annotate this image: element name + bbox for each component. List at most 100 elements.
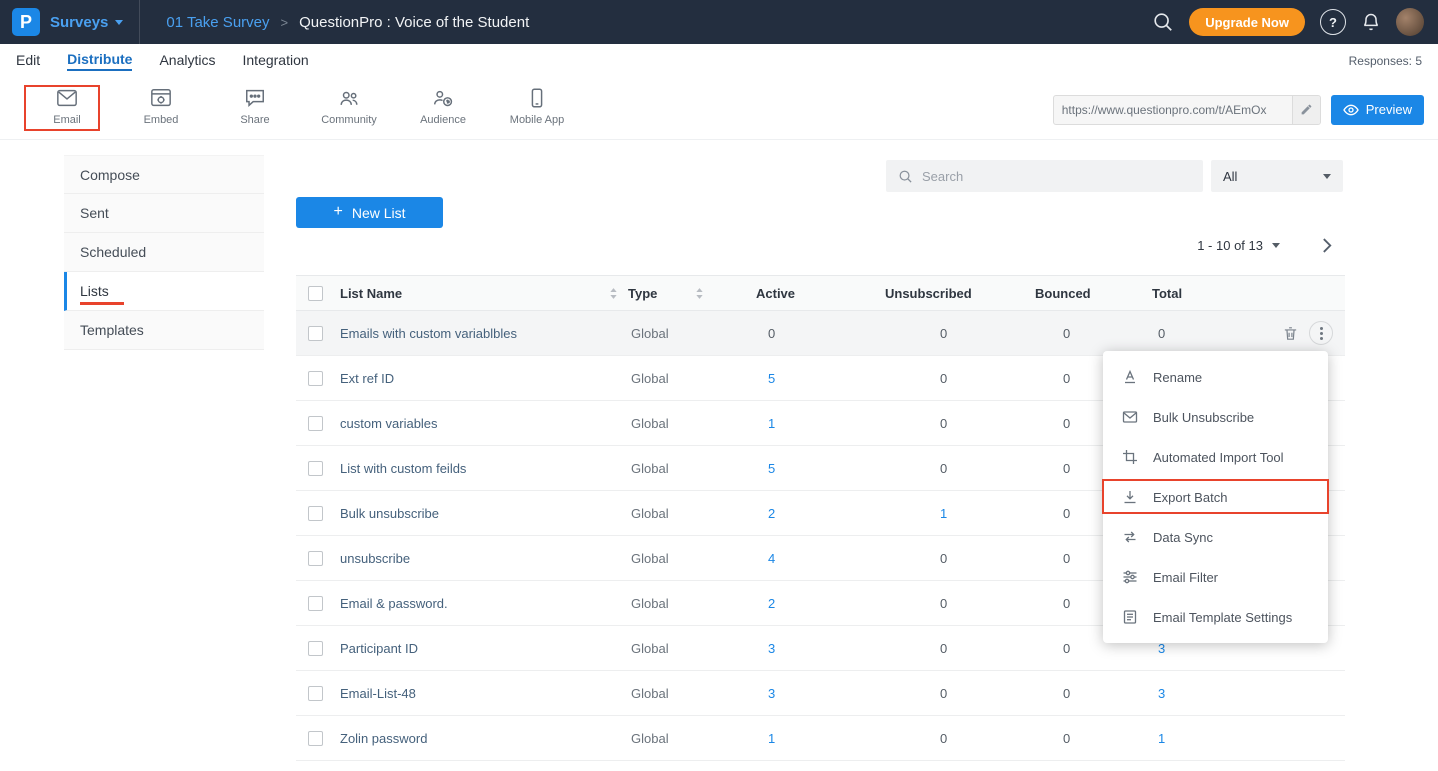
header-type[interactable]: Type [628,286,756,301]
menu-item-email-filter[interactable]: Email Filter [1103,557,1328,597]
menu-item-rename[interactable]: Rename [1103,357,1328,397]
row-checkbox[interactable] [308,686,323,701]
list-name-link[interactable]: List with custom feilds [340,461,628,476]
toolbar-item-community[interactable]: Community [302,87,396,139]
help-icon[interactable]: ? [1320,9,1346,35]
list-type: Global [628,731,756,746]
sidebar-item-templates[interactable]: Templates [64,311,264,350]
tab-distribute[interactable]: Distribute [67,51,132,71]
new-list-button[interactable]: + New List [296,197,443,228]
avatar[interactable] [1396,8,1424,36]
list-name-link[interactable]: Bulk unsubscribe [340,506,628,521]
breadcrumb-separator: > [281,15,289,30]
active-count: 2 [756,596,885,611]
row-checkbox[interactable] [308,551,323,566]
sort-icon[interactable] [609,287,618,300]
list-name-link[interactable]: Email & password. [340,596,628,611]
sidebar-item-compose[interactable]: Compose [64,155,264,194]
toolbar-item-label: Audience [420,114,466,126]
menu-item-label: Export Batch [1153,490,1227,505]
breadcrumb-survey-link[interactable]: 01 Take Survey [166,14,269,31]
header-bounced: Bounced [1035,286,1152,301]
data-sync-icon [1122,529,1138,545]
sort-icon[interactable] [695,287,704,300]
tab-integration[interactable]: Integration [243,52,309,70]
sidebar-item-scheduled[interactable]: Scheduled [64,233,264,272]
list-name-link[interactable]: Email-List-48 [340,686,628,701]
list-name-link[interactable]: Ext ref ID [340,371,628,386]
menu-item-data-sync[interactable]: Data Sync [1103,517,1328,557]
search-input[interactable] [922,169,1162,184]
share-icon [244,87,266,109]
survey-url-field[interactable]: https://www.questionpro.com/t/AEmOx [1053,95,1321,125]
responses-count: Responses: 5 [1349,54,1438,68]
email-filter-icon [1122,569,1138,585]
page-range-dropdown[interactable]: 1 - 10 of 13 [1197,238,1280,253]
active-count: 2 [756,506,885,521]
top-bar: P Surveys 01 Take Survey > QuestionPro :… [0,0,1438,44]
upgrade-now-button[interactable]: Upgrade Now [1189,8,1305,36]
tab-edit[interactable]: Edit [16,52,40,70]
row-checkbox[interactable] [308,641,323,656]
menu-item-automated-import-tool[interactable]: Automated Import Tool [1103,437,1328,477]
plus-icon: + [333,203,342,221]
edit-url-button[interactable] [1292,96,1320,124]
list-type: Global [628,461,756,476]
bell-icon[interactable] [1361,12,1381,32]
list-name-link[interactable]: Participant ID [340,641,628,656]
select-all-checkbox[interactable] [308,286,323,301]
list-filter-dropdown[interactable]: All [1211,160,1343,192]
kebab-menu-icon[interactable] [1309,321,1333,345]
sidebar-item-sent[interactable]: Sent [64,194,264,233]
toolbar-item-share[interactable]: Share [208,87,302,139]
audience-icon [432,87,454,109]
unsubscribed-count: 0 [885,551,1035,566]
tab-analytics[interactable]: Analytics [159,52,215,70]
product-switcher[interactable]: Surveys [50,14,108,31]
header-list-name[interactable]: List Name [340,286,628,301]
bounced-count: 0 [1035,686,1152,701]
toolbar-item-embed[interactable]: Embed [114,87,208,139]
annotation-underline-lists [80,302,124,305]
list-name-link[interactable]: Zolin password [340,731,628,746]
unsubscribed-count: 0 [885,641,1035,656]
menu-item-export-batch[interactable]: Export Batch [1103,477,1328,517]
breadcrumb: 01 Take Survey > QuestionPro : Voice of … [166,14,529,31]
menu-item-email-template-settings[interactable]: Email Template Settings [1103,597,1328,637]
community-icon [338,87,360,109]
survey-tabs: Edit Distribute Analytics Integration Re… [0,44,1438,78]
list-name-link[interactable]: Emails with custom variablbles [340,326,628,341]
total-count: 3 [1152,686,1262,701]
questionpro-logo[interactable]: P [12,8,40,36]
row-checkbox[interactable] [308,596,323,611]
top-bar-actions: Upgrade Now ? [1152,8,1438,36]
header-active: Active [756,286,885,301]
eye-icon [1343,102,1359,118]
menu-item-bulk-unsubscribe[interactable]: Bulk Unsubscribe [1103,397,1328,437]
row-checkbox[interactable] [308,416,323,431]
row-checkbox[interactable] [308,326,323,341]
sidebar-item-lists[interactable]: Lists [64,272,264,311]
menu-item-label: Data Sync [1153,530,1213,545]
toolbar-item-audience[interactable]: Audience [396,87,490,139]
preview-label: Preview [1366,102,1412,117]
next-page-button[interactable] [1322,237,1333,254]
row-checkbox[interactable] [308,731,323,746]
filter-value: All [1223,169,1237,184]
unsubscribed-count: 0 [885,596,1035,611]
toolbar-item-label: Mobile App [510,114,564,126]
preview-button[interactable]: Preview [1331,95,1424,125]
toolbar-item-mobile-app[interactable]: Mobile App [490,87,584,139]
menu-item-label: Automated Import Tool [1153,450,1284,465]
search-icon[interactable] [1152,11,1174,33]
list-name-link[interactable]: unsubscribe [340,551,628,566]
delete-icon[interactable] [1282,325,1299,342]
toolbar-item-email[interactable]: Email [20,87,114,139]
unsubscribed-count: 0 [885,371,1035,386]
list-name-link[interactable]: custom variables [340,416,628,431]
total-count: 0 [1152,326,1262,341]
toolbar-item-label: Embed [144,114,179,126]
row-checkbox[interactable] [308,506,323,521]
row-checkbox[interactable] [308,371,323,386]
row-checkbox[interactable] [308,461,323,476]
